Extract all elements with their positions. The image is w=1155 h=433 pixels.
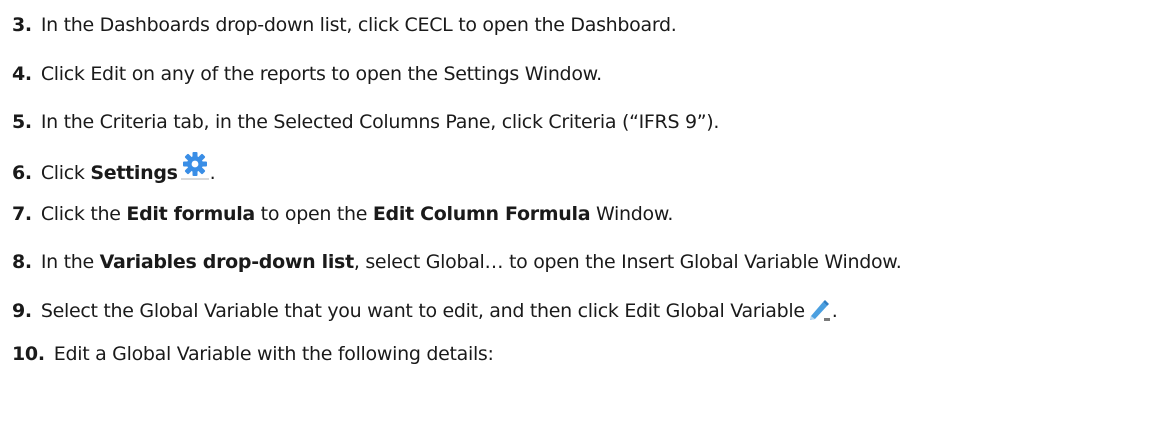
step-text: Click Edit on any of the reports to open… xyxy=(40,63,602,85)
step-text: Click the xyxy=(40,203,127,225)
step-6: 6. Click Settings . xyxy=(12,151,216,185)
step-8: 8. In the Variables drop-down list, selec… xyxy=(12,250,902,274)
step-text: to open the xyxy=(254,203,373,225)
step-text: . xyxy=(209,162,216,184)
step-4: 4. Click Edit on any of the reports to op… xyxy=(12,62,602,86)
settings-label: Settings xyxy=(90,162,178,184)
step-3: 3. In the Dashboards drop-down list, clic… xyxy=(12,13,677,37)
step-text: Click xyxy=(40,162,91,184)
step-9: 9. Select the Global Variable that you wa… xyxy=(12,297,838,323)
step-text: . xyxy=(831,300,838,322)
step-text: Edit a Global Variable with the followin… xyxy=(53,343,494,365)
step-number: 9. xyxy=(12,300,32,322)
step-number: 3. xyxy=(12,14,32,36)
instruction-steps: 3. In the Dashboards drop-down list, clic… xyxy=(0,0,1155,433)
step-number: 7. xyxy=(12,203,32,225)
pencil-icon xyxy=(806,297,832,323)
edit-column-formula-label: Edit Column Formula xyxy=(372,203,591,225)
step-text: , select Global… to open the Insert Glob… xyxy=(353,251,902,273)
step-number: 6. xyxy=(12,162,32,184)
step-5: 5. In the Criteria tab, in the Selected C… xyxy=(12,110,719,134)
step-text: Window. xyxy=(590,203,674,225)
step-text: In the Criteria tab, in the Selected Col… xyxy=(40,111,720,133)
step-text: In the Dashboards drop-down list, click … xyxy=(40,14,677,36)
step-number: 10. xyxy=(12,343,45,365)
step-text: Select the Global Variable that you want… xyxy=(40,300,805,322)
step-number: 4. xyxy=(12,63,32,85)
step-10: 10. Edit a Global Variable with the follo… xyxy=(12,342,494,366)
edit-formula-label: Edit formula xyxy=(126,203,255,225)
step-text: In the xyxy=(40,251,100,273)
variables-dropdown-label: Variables drop-down list xyxy=(99,251,355,273)
step-number: 5. xyxy=(12,111,32,133)
step-7: 7. Click the Edit formula to open the Edi… xyxy=(12,202,673,226)
gear-icon xyxy=(180,151,210,181)
step-number: 8. xyxy=(12,251,32,273)
